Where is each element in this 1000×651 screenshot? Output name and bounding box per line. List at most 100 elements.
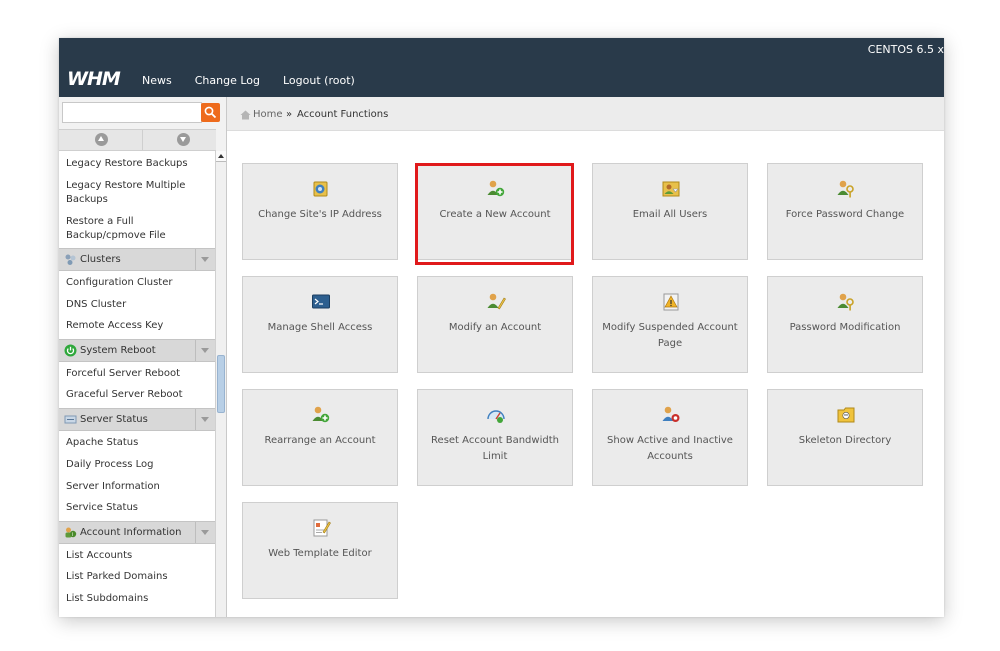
tile-password-modification[interactable]: Password Modification (767, 276, 923, 373)
whm-logo[interactable]: WHM (67, 68, 121, 90)
email-users-icon (662, 181, 680, 197)
sidebar-group-server-status[interactable]: Server Status (59, 408, 215, 431)
search-icon (204, 106, 217, 119)
sidebar-item-configuration-cluster[interactable]: Configuration Cluster (66, 276, 211, 290)
expand-down-icon[interactable] (177, 133, 190, 146)
tile-force-password-change[interactable]: Force Password Change (767, 163, 923, 260)
nav-logout[interactable]: Logout (root) (283, 74, 355, 87)
breadcrumb: Home » Account Functions (227, 97, 944, 131)
sidebar-item-graceful-reboot[interactable]: Graceful Server Reboot (66, 388, 211, 402)
tile-label: Skeleton Directory (798, 435, 892, 446)
sidebar-menu: Legacy Restore Backups Legacy Restore Mu… (59, 151, 215, 617)
skeleton-directory-icon (837, 407, 855, 423)
active-accounts-icon (662, 406, 680, 422)
tile-label: Reset Account Bandwidth Limit (431, 435, 559, 462)
clusters-icon (65, 254, 76, 265)
tile-create-new-account[interactable]: Create a New Account (417, 163, 573, 260)
web-template-icon (313, 519, 331, 537)
tile-label: Modify an Account (448, 322, 542, 333)
tile-label: Force Password Change (785, 209, 905, 220)
group-separator (195, 249, 196, 270)
sidebar: Legacy Restore Backups Legacy Restore Mu… (59, 97, 227, 617)
search-button[interactable] (201, 103, 220, 122)
force-password-icon (837, 180, 854, 198)
tile-modify-suspended-page[interactable]: Modify Suspended Account Page (592, 276, 748, 373)
sidebar-item-restore-full-backup[interactable]: Restore a Full Backup/cpmove File (66, 215, 211, 243)
tile-label: Modify Suspended Account Page (602, 322, 738, 349)
top-header: CENTOS 6.5 x WHM News Change Log Logout … (59, 38, 944, 97)
tile-rearrange-account[interactable]: Rearrange an Account (242, 389, 398, 486)
sidebar-item-forceful-reboot[interactable]: Forceful Server Reboot (66, 367, 211, 381)
tile-label: Web Template Editor (268, 548, 372, 559)
sidebar-item-remote-access-key[interactable]: Remote Access Key (66, 319, 211, 333)
nav-change-log[interactable]: Change Log (195, 74, 260, 87)
tile-reset-bandwidth-limit[interactable]: Reset Account Bandwidth Limit (417, 389, 573, 486)
sidebar-item-list-parked-domains[interactable]: List Parked Domains (66, 570, 211, 584)
tile-label: Create a New Account (439, 209, 551, 220)
nav-news[interactable]: News (142, 74, 172, 87)
modify-account-icon (487, 293, 506, 310)
suspended-page-icon (663, 293, 679, 311)
sidebar-item-server-information[interactable]: Server Information (66, 480, 211, 494)
tile-label: Manage Shell Access (267, 322, 373, 333)
collapse-divider (142, 130, 143, 150)
top-nav: News Change Log Logout (root) (142, 74, 378, 87)
sidebar-item-list-subdomains[interactable]: List Subdomains (66, 592, 211, 606)
tile-label: Rearrange an Account (264, 435, 376, 446)
whm-window: CENTOS 6.5 x WHM News Change Log Logout … (59, 38, 944, 617)
tile-show-active-inactive-accounts[interactable]: Show Active and Inactive Accounts (592, 389, 748, 486)
tile-label: Password Modification (789, 322, 901, 333)
bandwidth-limit-icon (487, 410, 505, 423)
chevron-down-icon[interactable] (201, 530, 209, 535)
collapse-up-icon[interactable] (95, 133, 108, 146)
server-status-icon (64, 415, 77, 424)
tile-label: Email All Users (632, 209, 708, 220)
chevron-down-icon[interactable] (201, 417, 209, 422)
os-label: CENTOS 6.5 x (867, 43, 944, 56)
sidebar-item-list-accounts[interactable]: List Accounts (66, 549, 211, 563)
shell-access-icon (312, 294, 330, 309)
tile-label: Change Site's IP Address (258, 209, 382, 220)
collapse-controls (59, 129, 216, 151)
group-separator (195, 522, 196, 543)
svg-text:i: i (72, 532, 73, 538)
group-label-server-status: Server Status (80, 414, 148, 425)
breadcrumb-separator: » (286, 109, 293, 120)
rearrange-account-icon (312, 406, 330, 423)
tile-change-ip-address[interactable]: Change Site's IP Address (242, 163, 398, 260)
breadcrumb-home-link[interactable]: Home (253, 109, 283, 120)
sidebar-item-legacy-restore-backups[interactable]: Legacy Restore Backups (66, 157, 211, 171)
group-separator (195, 409, 196, 430)
home-icon (240, 110, 251, 120)
group-label-system-reboot: System Reboot (80, 345, 156, 356)
tile-email-all-users[interactable]: Email All Users (592, 163, 748, 260)
group-separator (195, 340, 196, 361)
sidebar-group-clusters[interactable]: Clusters (59, 248, 215, 271)
tile-modify-account[interactable]: Modify an Account (417, 276, 573, 373)
group-label-clusters: Clusters (80, 254, 121, 265)
ip-address-icon (313, 181, 328, 197)
sidebar-item-legacy-restore-multiple[interactable]: Legacy Restore Multiple Backups (66, 179, 211, 207)
password-modification-icon (837, 293, 854, 311)
sidebar-item-daily-process-log[interactable]: Daily Process Log (66, 458, 211, 472)
tile-manage-shell-access[interactable]: Manage Shell Access (242, 276, 398, 373)
tile-label: Show Active and Inactive Accounts (607, 435, 733, 462)
sidebar-search-input[interactable] (62, 102, 202, 123)
chevron-down-icon[interactable] (201, 257, 209, 262)
sidebar-item-dns-cluster[interactable]: DNS Cluster (66, 298, 211, 312)
group-label-account-information: Account Information (80, 527, 182, 538)
account-info-icon: i (65, 527, 77, 538)
sidebar-item-service-status[interactable]: Service Status (66, 501, 211, 515)
power-icon (64, 344, 77, 357)
sidebar-group-account-information[interactable]: i Account Information (59, 521, 215, 544)
sidebar-item-apache-status[interactable]: Apache Status (66, 436, 211, 450)
sidebar-group-system-reboot[interactable]: System Reboot (59, 339, 215, 362)
breadcrumb-current: Account Functions (297, 109, 389, 120)
tile-web-template-editor[interactable]: Web Template Editor (242, 502, 398, 599)
tile-skeleton-directory[interactable]: Skeleton Directory (767, 389, 923, 486)
chevron-down-icon[interactable] (201, 348, 209, 353)
sidebar-scrollbar[interactable] (215, 151, 226, 617)
scroll-up-arrow-icon[interactable] (216, 151, 226, 162)
create-account-icon (487, 180, 505, 197)
scroll-thumb[interactable] (217, 355, 225, 413)
